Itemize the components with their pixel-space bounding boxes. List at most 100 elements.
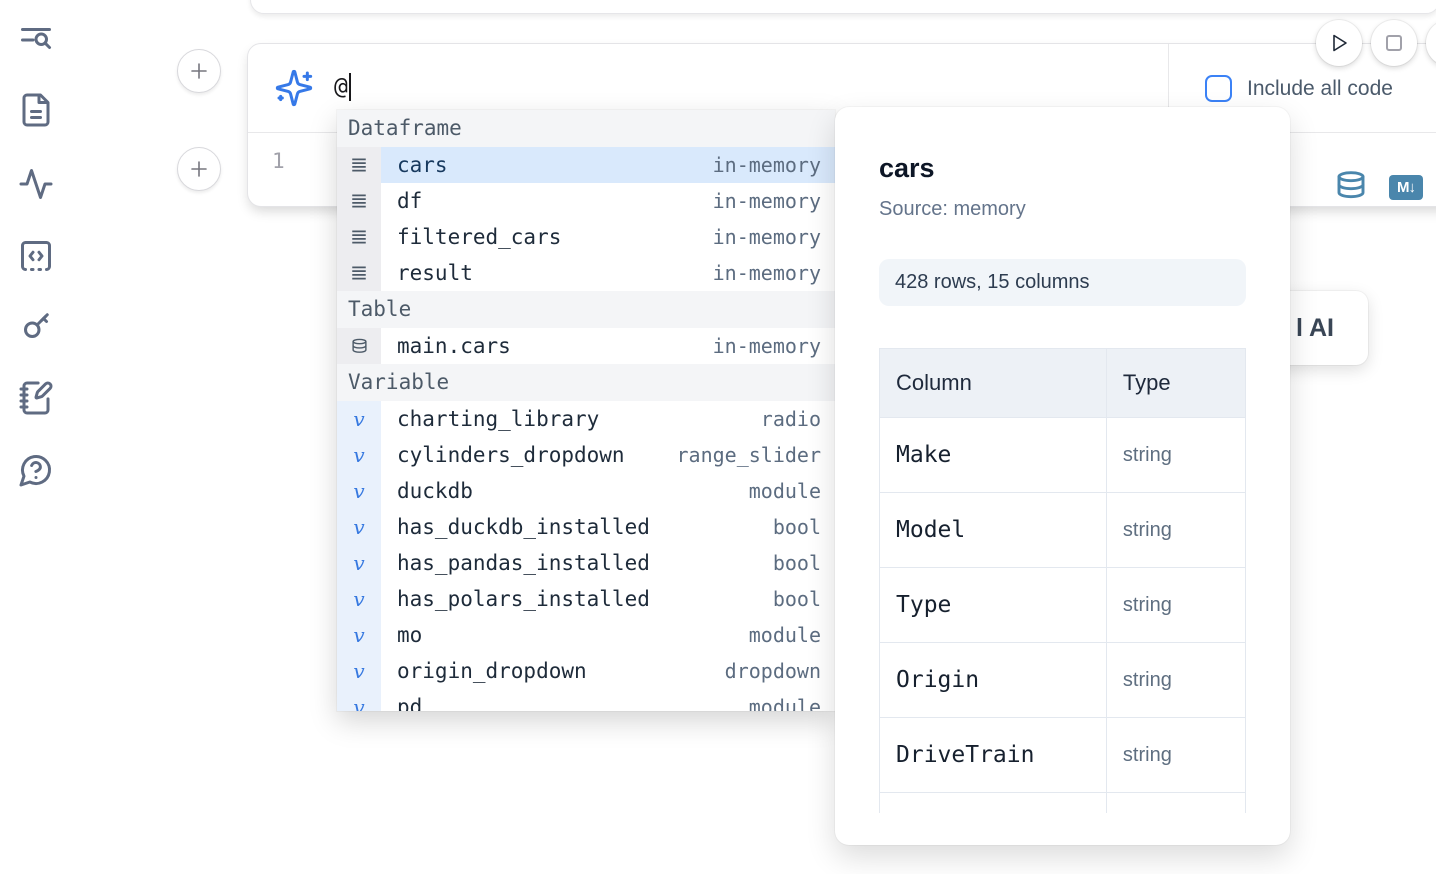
completion-item-name: duckdb: [397, 479, 473, 503]
schema-row: Makestring: [880, 418, 1246, 493]
variable-icon: v: [353, 659, 364, 683]
completion-item-main.cars[interactable]: main.carsin-memory: [337, 328, 835, 364]
schema-column-name: Model: [880, 493, 1107, 568]
rows-icon: [337, 255, 381, 291]
completion-item-name: df: [397, 189, 422, 213]
database-icon[interactable]: [1335, 170, 1367, 202]
include-all-code-label: Include all code: [1247, 77, 1393, 101]
add-cell-below-button[interactable]: [177, 147, 221, 191]
file-text-icon[interactable]: [18, 92, 54, 128]
add-cell-above-button[interactable]: [177, 49, 221, 93]
variable-icon: v: [337, 401, 381, 437]
completion-item-df[interactable]: df in-memory: [337, 183, 835, 219]
completion-item-content: origin_dropdowndropdown: [381, 653, 835, 689]
key-icon[interactable]: [18, 308, 54, 344]
completion-item-type: in-memory: [713, 225, 821, 249]
completion-item-mo[interactable]: v mo module: [337, 617, 835, 653]
variable-icon: v: [353, 479, 364, 503]
preview-source: Source: memory: [879, 198, 1246, 221]
completion-item-content: carsin-memory: [381, 147, 835, 183]
schema-column-type: string: [1106, 643, 1245, 718]
include-all-code-checkbox[interactable]: [1205, 75, 1232, 102]
schema-column-name: Make: [880, 418, 1107, 493]
completion-item-charting_library[interactable]: vcharting_libraryradio: [337, 401, 835, 437]
run-cell-button[interactable]: [1316, 20, 1362, 66]
schema-row: Typestring: [880, 568, 1246, 643]
completion-item-type: module: [749, 623, 821, 647]
variable-icon: v: [353, 695, 364, 711]
completion-item-name: result: [397, 261, 473, 285]
completion-item-content: resultin-memory: [381, 255, 835, 291]
completion-item-result[interactable]: resultin-memory: [337, 255, 835, 291]
markdown-badge-icon[interactable]: M↓: [1389, 175, 1423, 200]
help-chat-icon[interactable]: [18, 452, 54, 488]
completion-item-type: module: [749, 695, 821, 711]
completion-item-content: has_pandas_installedbool: [381, 545, 835, 581]
rows-icon: [337, 219, 381, 255]
ai-prompt-input[interactable]: @: [334, 73, 351, 101]
schema-column-name: Type: [880, 568, 1107, 643]
completion-item-type: in-memory: [713, 189, 821, 213]
variable-icon: v: [353, 407, 364, 431]
type-header: Type: [1106, 349, 1245, 418]
play-icon: [1327, 31, 1351, 55]
schema-column-type: string: [1106, 718, 1245, 793]
completion-item-type: range_slider: [677, 443, 822, 467]
variable-icon: v: [353, 623, 364, 647]
completion-list: Dataframecarsin-memorydfin-memoryfiltere…: [337, 110, 835, 711]
completion-item-duckdb[interactable]: v duckdbmodule: [337, 473, 835, 509]
rows-icon: [337, 147, 381, 183]
list-search-icon[interactable]: [18, 22, 54, 58]
completion-item-has_polars_installed[interactable]: vhas_polars_installedbool: [337, 581, 835, 617]
completion-item-content: duckdbmodule: [381, 473, 835, 509]
completion-item-cylinders_dropdown[interactable]: v cylinders_dropdown range_slider: [337, 437, 835, 473]
code-snippets-icon[interactable]: [18, 238, 54, 274]
schema-column-type: string: [1106, 418, 1245, 493]
variable-icon: v: [353, 587, 364, 611]
notebook-pen-icon[interactable]: [18, 380, 54, 416]
variable-icon: v: [337, 437, 381, 473]
completion-item-origin_dropdown[interactable]: v origin_dropdowndropdown: [337, 653, 835, 689]
completion-item-name: pd: [397, 695, 422, 711]
line-number: 1: [272, 149, 285, 173]
variable-icon: v: [353, 551, 364, 575]
completion-dropdown: Dataframecarsin-memorydfin-memoryfiltere…: [337, 110, 835, 711]
completion-section-header: Table: [337, 291, 835, 328]
completion-item-name: mo: [397, 623, 422, 647]
schema-row: Originstring: [880, 643, 1246, 718]
completion-item-type: in-memory: [713, 153, 821, 177]
preview-summary-badge: 428 rows, 15 columns: [879, 259, 1246, 306]
dataframe-preview-panel: cars Source: memory 428 rows, 15 columns…: [835, 107, 1290, 845]
schema-column-type: string: [1106, 568, 1245, 643]
schema-column-name: [880, 793, 1107, 814]
plus-icon: [189, 61, 209, 81]
completion-item-content: df in-memory: [381, 183, 835, 219]
completion-item-name: main.cars: [397, 334, 511, 358]
activity-icon[interactable]: [18, 166, 54, 202]
completion-item-type: dropdown: [725, 659, 821, 683]
variable-icon: v: [337, 509, 381, 545]
completion-item-content: cylinders_dropdown range_slider: [381, 437, 835, 473]
stop-cell-button[interactable]: [1371, 20, 1417, 66]
schema-column-name: DriveTrain: [880, 718, 1107, 793]
previous-cell-edge: [250, 0, 1436, 14]
completion-item-pd[interactable]: v pd module: [337, 689, 835, 711]
completion-item-cars[interactable]: carsin-memory: [337, 147, 835, 183]
variable-icon: v: [353, 515, 364, 539]
variable-icon: v: [337, 617, 381, 653]
schema-column-type: string: [1106, 493, 1245, 568]
completion-item-has_pandas_installed[interactable]: v has_pandas_installedbool: [337, 545, 835, 581]
completion-item-type: bool: [773, 515, 821, 539]
completion-item-filtered_cars[interactable]: filtered_carsin-memory: [337, 219, 835, 255]
variable-icon: v: [337, 545, 381, 581]
completion-item-content: has_duckdb_installedbool: [381, 509, 835, 545]
rows-icon: [337, 183, 381, 219]
schema-row: Modelstring: [880, 493, 1246, 568]
preview-title: cars: [879, 153, 1246, 184]
completion-item-name: cylinders_dropdown: [397, 443, 625, 467]
completion-item-has_duckdb_installed[interactable]: v has_duckdb_installedbool: [337, 509, 835, 545]
preview-table-wrap: Column Type MakestringModelstringTypestr…: [879, 348, 1246, 813]
database-icon: [337, 328, 381, 364]
variable-icon: v: [337, 689, 381, 711]
variable-icon: v: [337, 473, 381, 509]
